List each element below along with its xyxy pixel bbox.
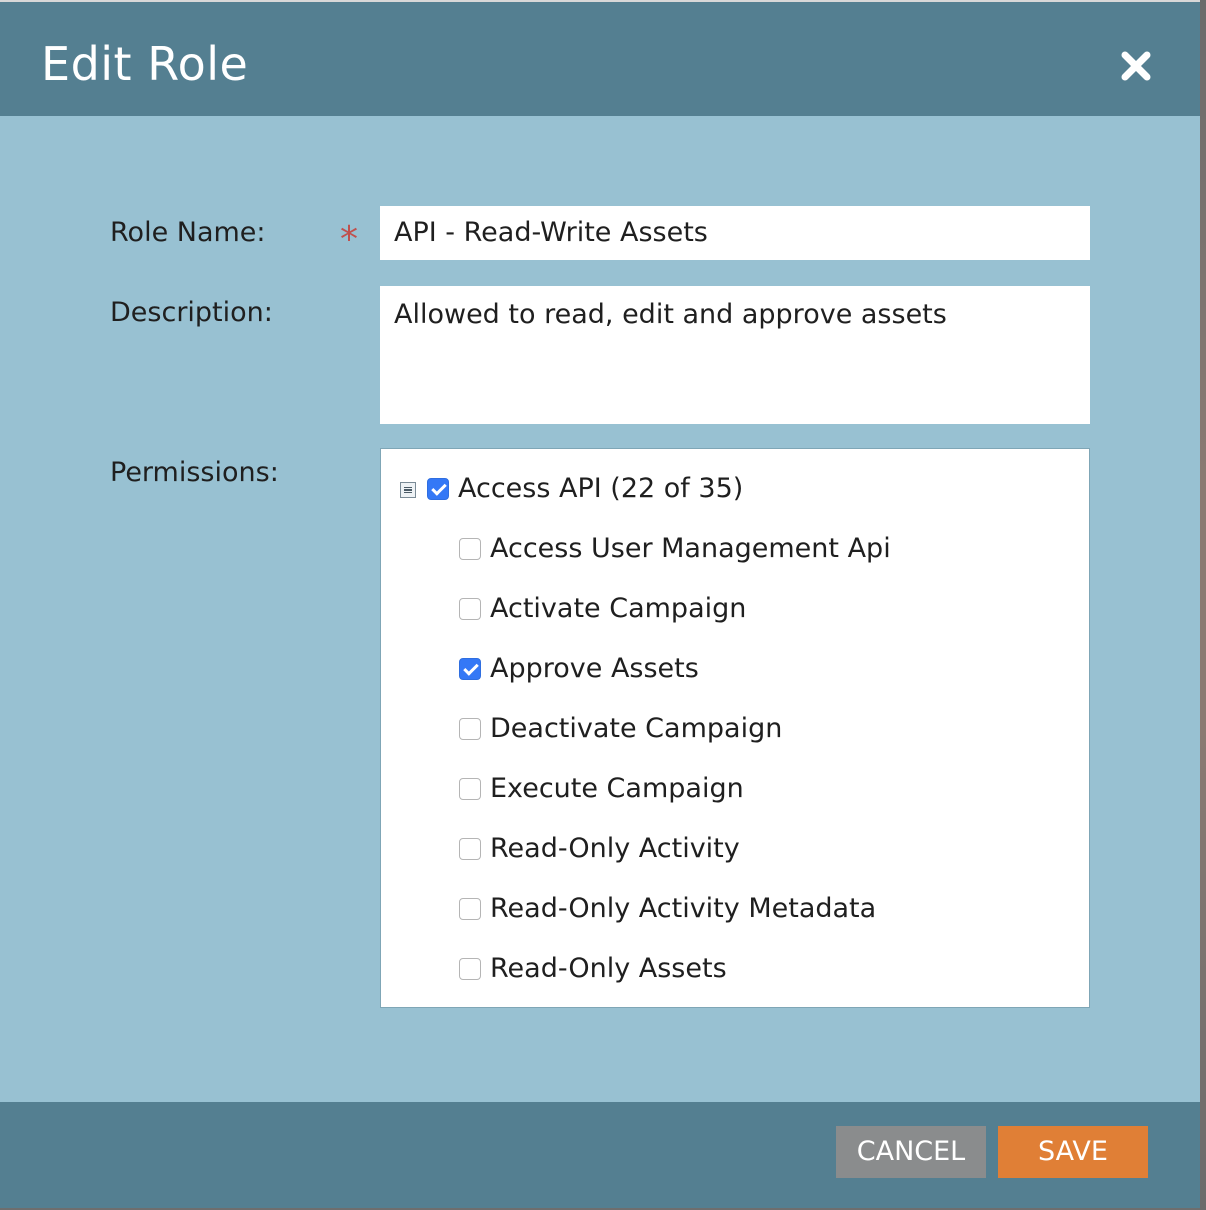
- permission-label: Read-Only Activity Metadata: [490, 893, 877, 924]
- permission-checkbox[interactable]: [459, 718, 481, 740]
- permission-label: Activate Campaign: [490, 593, 747, 624]
- permission-checkbox[interactable]: [459, 778, 481, 800]
- role-name-input[interactable]: API - Read-Write Assets: [380, 206, 1090, 260]
- close-button[interactable]: [1116, 46, 1156, 86]
- description-label: Description:: [110, 297, 273, 328]
- permission-checkbox[interactable]: [459, 958, 481, 980]
- permission-label: Approve Assets: [490, 653, 699, 684]
- permission-label-access-api: Access API (22 of 35): [458, 473, 744, 504]
- close-icon: [1121, 51, 1151, 81]
- permission-label: Access User Management Api: [490, 533, 891, 564]
- backdrop-edge: [1200, 0, 1206, 1210]
- permission-checkbox[interactable]: [459, 538, 481, 560]
- permission-checkbox-access-api[interactable]: [427, 478, 449, 500]
- required-marker: *: [340, 219, 358, 260]
- dialog-title: Edit Role: [41, 37, 249, 91]
- collapse-toggle-icon[interactable]: [400, 482, 416, 498]
- edit-role-dialog: Edit Role Role Name: * API - Read-Write …: [0, 2, 1200, 1208]
- save-button[interactable]: SAVE: [998, 1126, 1148, 1178]
- permission-checkbox[interactable]: [459, 598, 481, 620]
- permissions-tree: Access API (22 of 35) Access User Manage…: [380, 448, 1090, 1008]
- permission-label: Read-Only Assets: [490, 953, 727, 984]
- description-textarea[interactable]: Allowed to read, edit and approve assets: [380, 286, 1090, 424]
- permission-checkbox[interactable]: [459, 838, 481, 860]
- permission-label: Read-Only Activity: [490, 833, 740, 864]
- role-name-label: Role Name:: [110, 217, 266, 248]
- cancel-button[interactable]: CANCEL: [836, 1126, 986, 1178]
- dialog-footer: CANCEL SAVE: [0, 1102, 1200, 1208]
- permission-checkbox[interactable]: [459, 658, 481, 680]
- permission-label: Deactivate Campaign: [490, 713, 783, 744]
- permission-checkbox[interactable]: [459, 898, 481, 920]
- permission-label: Execute Campaign: [490, 773, 744, 804]
- permissions-label: Permissions:: [110, 457, 279, 488]
- dialog-header: Edit Role: [0, 2, 1200, 116]
